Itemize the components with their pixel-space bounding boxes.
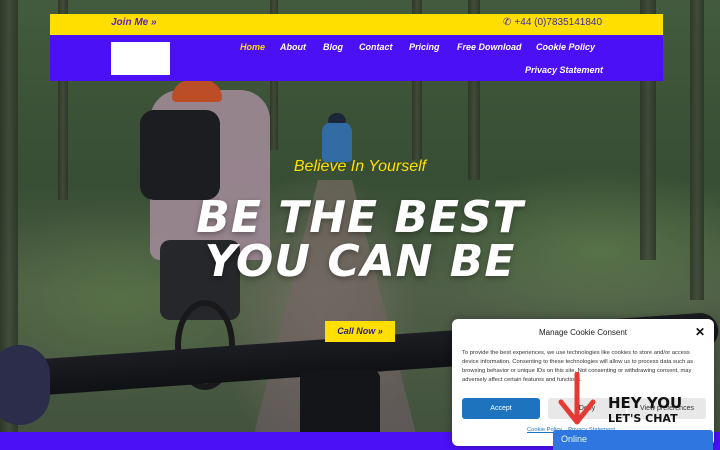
phone-contact[interactable]: ✆ +44 (0)7835141840 xyxy=(503,17,602,28)
nav-item-blog[interactable]: Blog xyxy=(323,42,343,52)
nav-item-home[interactable]: Home xyxy=(240,42,265,52)
phone-icon: ✆ xyxy=(503,17,512,28)
phone-number: +44 (0)7835141840 xyxy=(514,17,602,28)
chat-status: Online xyxy=(561,434,588,444)
join-me-link[interactable]: Join Me » xyxy=(111,17,157,28)
nav-item-contact[interactable]: Contact xyxy=(359,42,393,52)
chat-launcher[interactable]: Online xyxy=(553,430,713,450)
close-icon[interactable]: ✕ xyxy=(695,325,705,339)
nav-item-about[interactable]: About xyxy=(280,42,306,52)
call-now-button[interactable]: Call Now » xyxy=(325,321,395,342)
hero-tagline: Believe In Yourself xyxy=(293,158,427,175)
nav-item-free-download[interactable]: Free Download xyxy=(457,42,522,52)
chat-subline: LET'S CHAT xyxy=(608,412,678,425)
chat-headline: HEY YOU xyxy=(608,394,683,412)
nav-item-cookie-policy[interactable]: Cookie Policy xyxy=(536,42,595,52)
hero-headline-line2: YOU CAN BE xyxy=(204,236,516,287)
accept-button[interactable]: Accept xyxy=(462,398,540,419)
cookie-dialog-title: Manage Cookie Consent xyxy=(538,328,628,337)
top-bar: Join Me » ✆ +44 (0)7835141840 xyxy=(50,14,663,35)
nav-item-pricing[interactable]: Pricing xyxy=(409,42,440,52)
main-nav: Home About Blog Contact Pricing Free Dow… xyxy=(50,35,663,81)
rider-glove xyxy=(0,345,50,425)
chat-arrow-icon xyxy=(558,372,596,425)
nav-item-privacy-statement[interactable]: Privacy Statement xyxy=(525,65,603,75)
main-header: Home About Blog Contact Pricing Free Dow… xyxy=(50,35,663,81)
